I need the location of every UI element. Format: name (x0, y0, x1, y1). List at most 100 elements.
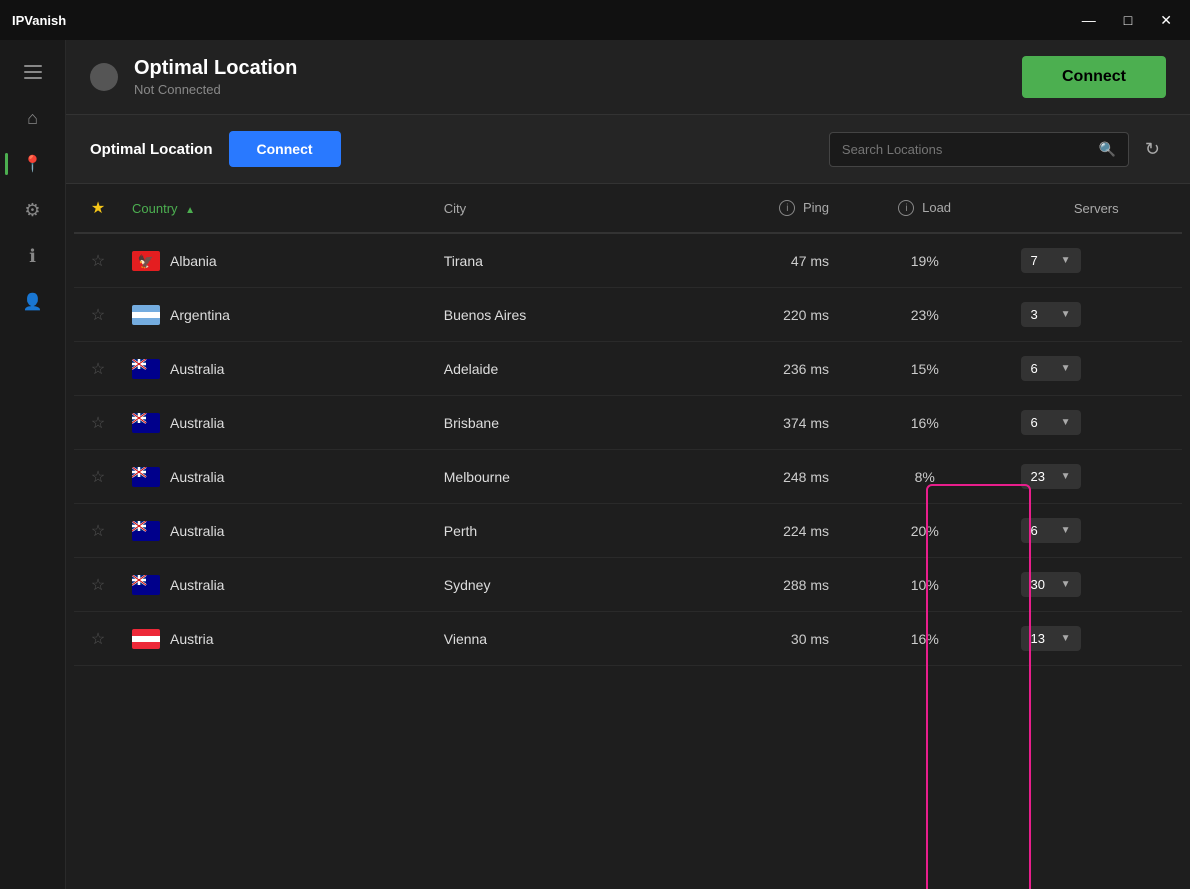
servers-cell: 6 ▼ (1011, 396, 1183, 450)
star-toggle-icon[interactable]: ☆ (91, 469, 105, 486)
sidebar-item-home[interactable]: ⌂ (13, 98, 53, 138)
servers-label: Servers (1074, 201, 1119, 216)
servers-dropdown-button[interactable]: 6 ▼ (1021, 356, 1081, 381)
table-area: ★ Country ▲ City i Ping (66, 184, 1190, 889)
refresh-button[interactable]: ↻ (1139, 133, 1166, 166)
load-value: 8% (915, 469, 935, 485)
connection-title: Optimal Location (134, 57, 297, 80)
servers-count: 23 (1031, 469, 1045, 484)
servers-dropdown-button[interactable]: 6 ▼ (1021, 410, 1081, 435)
servers-count: 6 (1031, 361, 1038, 376)
load-value: 19% (911, 253, 939, 269)
country-name: Argentina (170, 307, 230, 323)
header-connect-button[interactable]: Connect (1022, 56, 1166, 98)
table-row[interactable]: ☆ Australia Melbourne 248 ms 8% 23 ▼ (74, 450, 1182, 504)
table-row[interactable]: ☆ Argentina Buenos Aires 220 ms 23% 3 ▼ (74, 288, 1182, 342)
th-favorite[interactable]: ★ (74, 184, 122, 233)
ping-info-icon[interactable]: i (779, 200, 795, 216)
servers-dropdown-button[interactable]: 6 ▼ (1021, 518, 1081, 543)
table-body: ☆ 🦅 Albania Tirana 47 ms 19% 7 ▼ ☆ (74, 233, 1182, 666)
city-name: Vienna (444, 631, 487, 647)
city-cell: Melbourne (434, 450, 683, 504)
ping-cell: 224 ms (683, 504, 839, 558)
city-name: Brisbane (444, 415, 499, 431)
city-name: Adelaide (444, 361, 499, 377)
servers-count: 6 (1031, 415, 1038, 430)
table-row[interactable]: ☆ Australia Perth 224 ms 20% 6 ▼ (74, 504, 1182, 558)
favorite-cell: ☆ (74, 558, 122, 612)
search-input[interactable] (842, 142, 1091, 157)
servers-dropdown-button[interactable]: 30 ▼ (1021, 572, 1081, 597)
country-cell: Australia (122, 342, 434, 396)
flag-icon (132, 359, 160, 379)
servers-dropdown-button[interactable]: 13 ▼ (1021, 626, 1081, 651)
country-label: Country (132, 201, 178, 216)
servers-dropdown-button[interactable]: 3 ▼ (1021, 302, 1081, 327)
star-toggle-icon[interactable]: ☆ (91, 631, 105, 648)
table-row[interactable]: ☆ Australia Sydney 288 ms 10% 30 ▼ (74, 558, 1182, 612)
table-row[interactable]: ☆ 🦅 Albania Tirana 47 ms 19% 7 ▼ (74, 233, 1182, 288)
sidebar-item-info[interactable]: ℹ (13, 236, 53, 276)
star-toggle-icon[interactable]: ☆ (91, 307, 105, 324)
home-icon: ⌂ (27, 108, 38, 129)
load-value: 15% (911, 361, 939, 377)
load-cell: 10% (839, 558, 1010, 612)
table-row[interactable]: ☆ Australia Brisbane 374 ms 16% 6 ▼ (74, 396, 1182, 450)
dropdown-arrow-icon: ▼ (1061, 363, 1071, 374)
flag-icon: 🦅 (132, 251, 160, 271)
ping-value: 47 ms (791, 253, 829, 269)
load-info-icon[interactable]: i (898, 200, 914, 216)
star-toggle-icon[interactable]: ☆ (91, 361, 105, 378)
app-layout: ⌂ 📍 ⚙ ℹ 👤 Optimal Location Not Connected (0, 40, 1190, 889)
close-button[interactable]: ✕ (1154, 11, 1178, 29)
servers-count: 3 (1031, 307, 1038, 322)
country-cell: Australia (122, 396, 434, 450)
header-info: Optimal Location Not Connected (134, 57, 297, 97)
flag-icon (132, 521, 160, 541)
star-toggle-icon[interactable]: ☆ (91, 577, 105, 594)
city-cell: Adelaide (434, 342, 683, 396)
country-cell: Argentina (122, 288, 434, 342)
th-city[interactable]: City (434, 184, 683, 233)
minimize-button[interactable]: — (1076, 11, 1102, 29)
sidebar-item-location[interactable]: 📍 (13, 144, 53, 184)
th-country[interactable]: Country ▲ (122, 184, 434, 233)
dropdown-arrow-icon: ▼ (1061, 579, 1071, 590)
account-icon: 👤 (23, 292, 43, 312)
table-row[interactable]: ☆ Austria Vienna 30 ms 16% 13 ▼ (74, 612, 1182, 666)
search-box: 🔍 (829, 132, 1129, 167)
servers-dropdown-button[interactable]: 7 ▼ (1021, 248, 1081, 273)
table-container[interactable]: ★ Country ▲ City i Ping (66, 184, 1190, 666)
country-name: Australia (170, 577, 224, 593)
servers-cell: 30 ▼ (1011, 558, 1183, 612)
favorite-cell: ☆ (74, 342, 122, 396)
th-load[interactable]: i Load (839, 184, 1010, 233)
favorite-cell: ☆ (74, 233, 122, 288)
sidebar-item-account[interactable]: 👤 (13, 282, 53, 322)
servers-count: 6 (1031, 523, 1038, 538)
ping-value: 374 ms (783, 415, 829, 431)
ping-cell: 248 ms (683, 450, 839, 504)
th-servers[interactable]: Servers (1011, 184, 1183, 233)
maximize-button[interactable]: □ (1118, 11, 1138, 29)
star-toggle-icon[interactable]: ☆ (91, 415, 105, 432)
sidebar-item-menu[interactable] (13, 52, 53, 92)
flag-icon (132, 305, 160, 325)
sidebar-item-settings[interactable]: ⚙ (13, 190, 53, 230)
th-ping[interactable]: i Ping (683, 184, 839, 233)
sort-ascending-icon: ▲ (185, 205, 195, 216)
gear-icon: ⚙ (24, 200, 40, 221)
load-label: Load (922, 200, 951, 215)
servers-count: 30 (1031, 577, 1045, 592)
servers-cell: 3 ▼ (1011, 288, 1183, 342)
load-cell: 16% (839, 396, 1010, 450)
app-title: IPVanish (12, 13, 66, 28)
star-toggle-icon[interactable]: ☆ (91, 253, 105, 270)
servers-dropdown-button[interactable]: 23 ▼ (1021, 464, 1081, 489)
ping-cell: 288 ms (683, 558, 839, 612)
sub-connect-button[interactable]: Connect (229, 131, 341, 167)
country-cell: Australia (122, 558, 434, 612)
table-row[interactable]: ☆ Australia Adelaide 236 ms 15% 6 ▼ (74, 342, 1182, 396)
star-toggle-icon[interactable]: ☆ (91, 523, 105, 540)
load-cell: 19% (839, 233, 1010, 288)
